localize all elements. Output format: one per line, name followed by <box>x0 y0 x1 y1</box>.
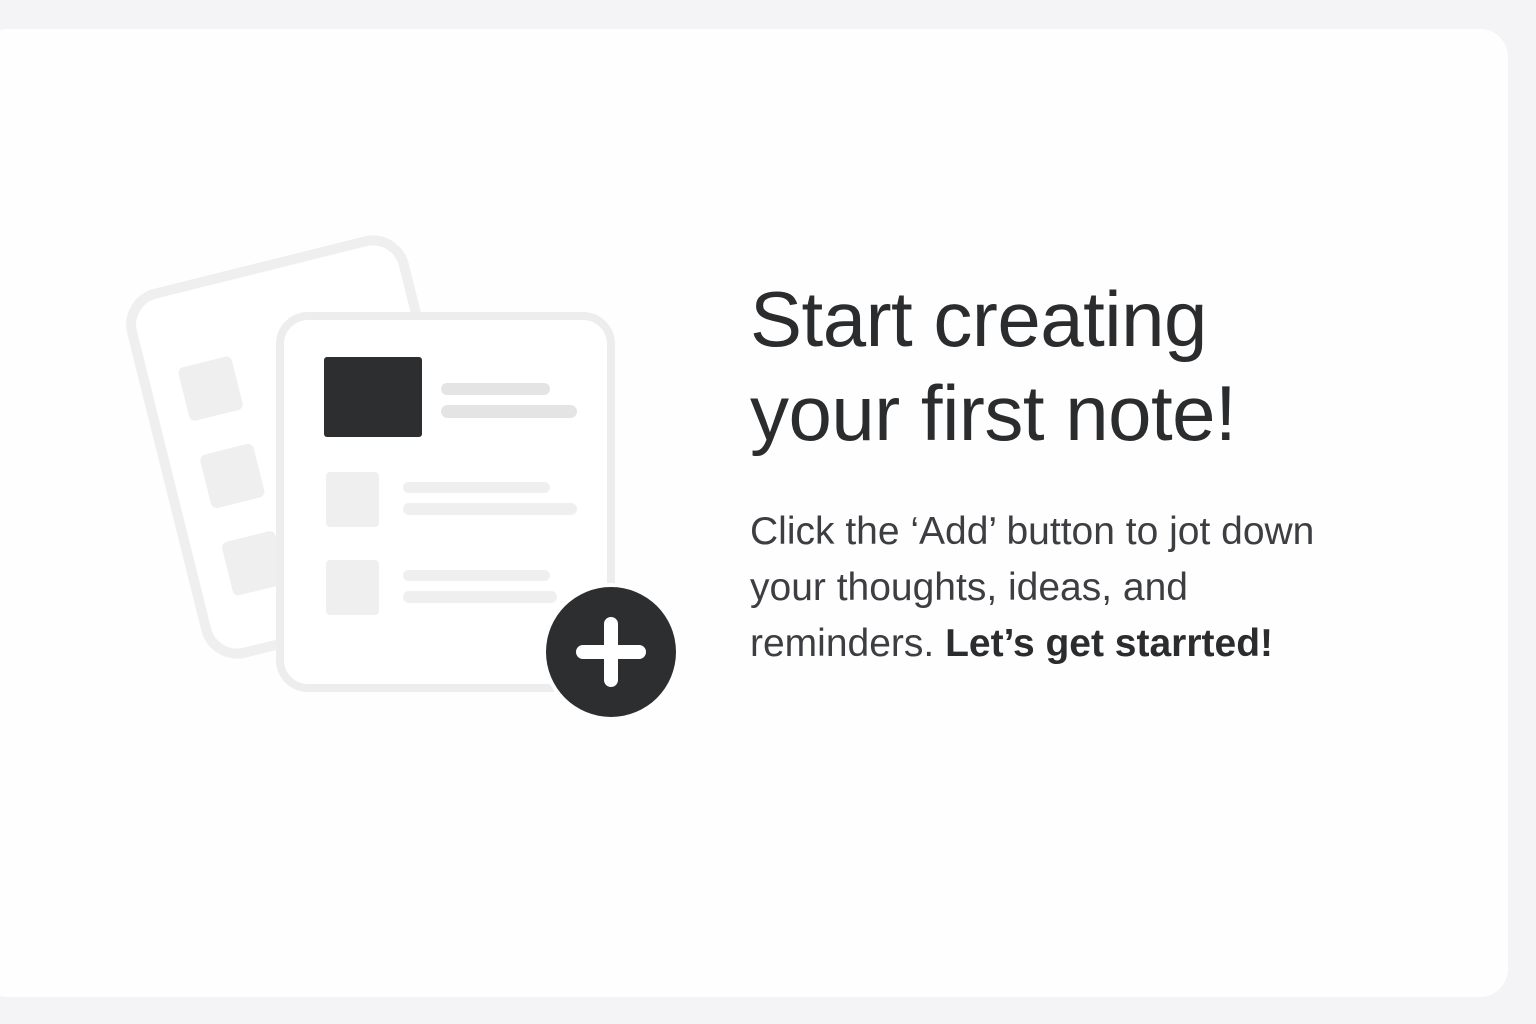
page-title: Start creating your first note! <box>750 272 1450 460</box>
plus-circle-icon[interactable] <box>542 583 680 721</box>
title-line-1: Start creating <box>750 275 1207 363</box>
description-line-2: your thoughts, ideas, and <box>750 566 1188 609</box>
title-line-2: your first note! <box>750 369 1237 457</box>
empty-state-description: Click the ‘Add’ button to jot down your … <box>750 504 1450 672</box>
call-to-action-text: Let’s get starrted! <box>945 622 1274 665</box>
notes-stack-icon <box>126 235 680 721</box>
description-lead: reminders. <box>750 622 946 665</box>
description-line-3: reminders. Let’s get starrted! <box>750 616 1450 672</box>
description-line-1: Click the ‘Add’ button to jot down <box>750 510 1315 553</box>
empty-state-content: Start creating your first note! Click th… <box>750 272 1450 672</box>
